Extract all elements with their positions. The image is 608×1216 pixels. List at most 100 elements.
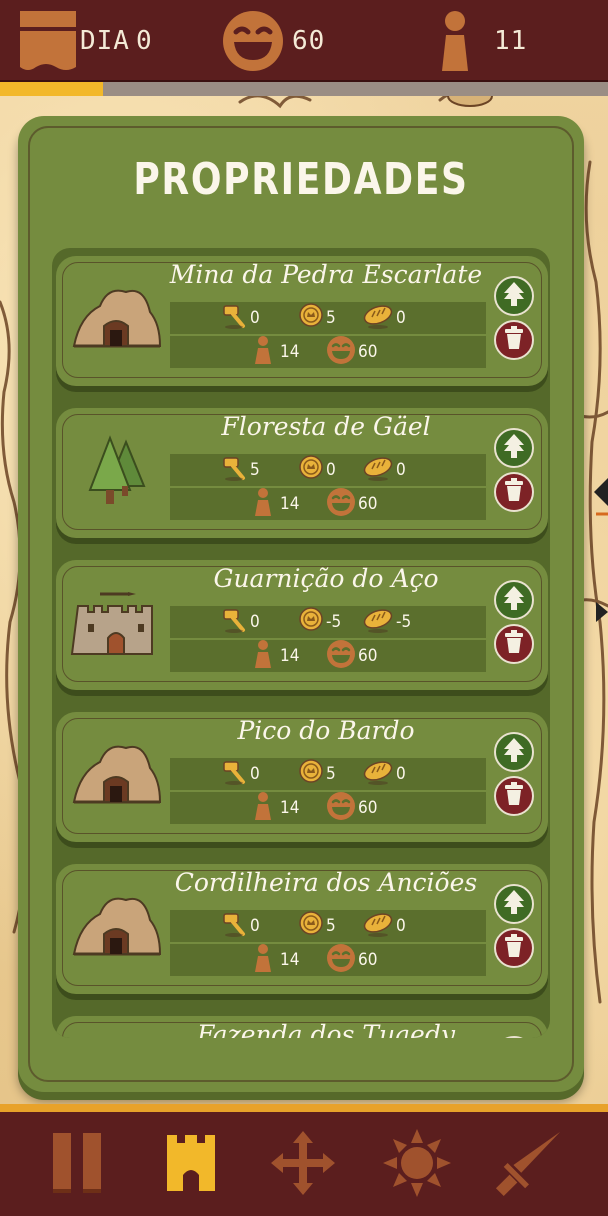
delete-button[interactable]: [494, 928, 534, 968]
bread-icon: [362, 455, 394, 485]
property-card[interactable]: Fazenda dos Tuaedy: [56, 1016, 548, 1038]
people-value: 14: [280, 798, 300, 818]
delete-button[interactable]: [494, 472, 534, 512]
production-value: 0: [250, 612, 260, 632]
mine-icon: [70, 282, 162, 358]
property-name: Floresta de Gäel: [221, 412, 431, 441]
upgrade-button[interactable]: [494, 732, 534, 772]
upgrade-button[interactable]: [494, 580, 534, 620]
trash-icon: [503, 782, 525, 810]
day-value: 0: [136, 26, 153, 56]
production-value: 5: [250, 460, 260, 480]
bottom-navigation: [0, 1112, 608, 1216]
move-arrows-icon[interactable]: [268, 1128, 338, 1198]
trash-icon: [503, 326, 525, 354]
property-stats: 5 0 0 14 60: [170, 454, 486, 520]
people-value: 14: [280, 950, 300, 970]
production-value: 0: [250, 764, 260, 784]
property-stats: 0 5 0 14 60: [170, 302, 486, 368]
food-value: 0: [396, 308, 406, 328]
population-icon: [252, 791, 274, 825]
happiness-value: 60: [358, 494, 378, 514]
upgrade-button[interactable]: [494, 884, 534, 924]
bread-icon: [362, 759, 394, 789]
coin-icon: [298, 455, 324, 485]
top-status-bar: DIA 0 60 11: [0, 0, 608, 82]
day-progress-fill: [0, 82, 104, 96]
happiness-value: 60: [358, 646, 378, 666]
mine-icon: [70, 738, 162, 814]
property-stats: 0 -5 -5 14 60: [170, 606, 486, 672]
property-card[interactable]: Floresta de Gäel 5 0 0 14 60: [56, 408, 548, 538]
property-name: Mina da Pedra Escarlate: [169, 260, 483, 289]
delete-button[interactable]: [494, 776, 534, 816]
property-card[interactable]: Cordilheira dos Anciões 0 5 0 14 60: [56, 864, 548, 994]
coin-icon: [298, 911, 324, 941]
sun-icon[interactable]: [382, 1128, 452, 1198]
people-value: 14: [280, 342, 300, 362]
hammer-icon: [222, 759, 248, 789]
people-value: 14: [280, 646, 300, 666]
property-card[interactable]: Pico do Bardo 0 5 0 14 60: [56, 712, 548, 842]
population-icon: [252, 487, 274, 521]
food-value: -5: [396, 612, 412, 632]
happiness-value: 60: [358, 950, 378, 970]
happiness-icon: [326, 487, 356, 521]
day-label: DIA: [80, 26, 130, 56]
upgrade-button[interactable]: [494, 428, 534, 468]
bread-icon: [362, 303, 394, 333]
tree-up-icon: [502, 585, 526, 615]
bread-icon: [362, 607, 394, 637]
castle-tower-icon[interactable]: [156, 1128, 226, 1198]
day-progress-bar: [0, 82, 608, 96]
property-card[interactable]: Guarnição do Aço 0 -5 -5 14 60: [56, 560, 548, 690]
tree-up-icon: [502, 433, 526, 463]
sword-icon[interactable]: [494, 1128, 564, 1198]
property-name: Pico do Bardo: [237, 716, 415, 745]
happiness-icon: [326, 639, 356, 673]
coin-icon: [298, 759, 324, 789]
trash-icon: [503, 478, 525, 506]
production-value: 0: [250, 916, 260, 936]
production-value: 0: [250, 308, 260, 328]
tree-up-icon: [502, 281, 526, 311]
calendar-icon: [18, 0, 78, 82]
delete-button[interactable]: [494, 624, 534, 664]
hammer-icon: [222, 607, 248, 637]
forest-icon: [70, 434, 162, 510]
hammer-icon: [222, 455, 248, 485]
tree-up-icon: [502, 889, 526, 919]
property-stats: 0 5 0 14 60: [170, 758, 486, 824]
gold-value: 0: [326, 460, 336, 480]
population-icon: [252, 943, 274, 977]
hammer-icon: [222, 911, 248, 941]
trash-icon: [503, 934, 525, 962]
property-card[interactable]: Mina da Pedra Escarlate 0 5 0 14 60: [56, 256, 548, 386]
gold-value: 5: [326, 916, 336, 936]
property-name: Cordilheira dos Anciões: [174, 868, 478, 897]
property-stats: 0 5 0 14 60: [170, 910, 486, 976]
panel-title: PROPRIEDADES: [133, 154, 469, 205]
properties-list[interactable]: Mina da Pedra Escarlate 0 5 0 14 60 Floresta d…: [52, 248, 550, 1038]
population-icon: [252, 335, 274, 369]
properties-panel: PROPRIEDADES Mina da Pedra Escarlate 0 5 0 1…: [18, 116, 584, 1092]
gold-value: -5: [326, 612, 342, 632]
upgrade-button[interactable]: [494, 276, 534, 316]
delete-button[interactable]: [494, 320, 534, 360]
food-value: 0: [396, 460, 406, 480]
happiness-icon: [326, 943, 356, 977]
happiness-icon: [222, 0, 284, 82]
population-value: 11: [494, 26, 528, 56]
hammer-icon: [222, 303, 248, 333]
population-icon: [436, 0, 474, 82]
food-value: 0: [396, 764, 406, 784]
coin-icon: [298, 607, 324, 637]
people-value: 14: [280, 494, 300, 514]
tree-up-icon: [502, 737, 526, 767]
happiness-value: 60: [358, 342, 378, 362]
trash-icon: [503, 630, 525, 658]
pause-icon[interactable]: [42, 1128, 112, 1198]
bread-icon: [362, 911, 394, 941]
happiness-value: 60: [358, 798, 378, 818]
property-name: Fazenda dos Tuaedy: [197, 1020, 455, 1038]
